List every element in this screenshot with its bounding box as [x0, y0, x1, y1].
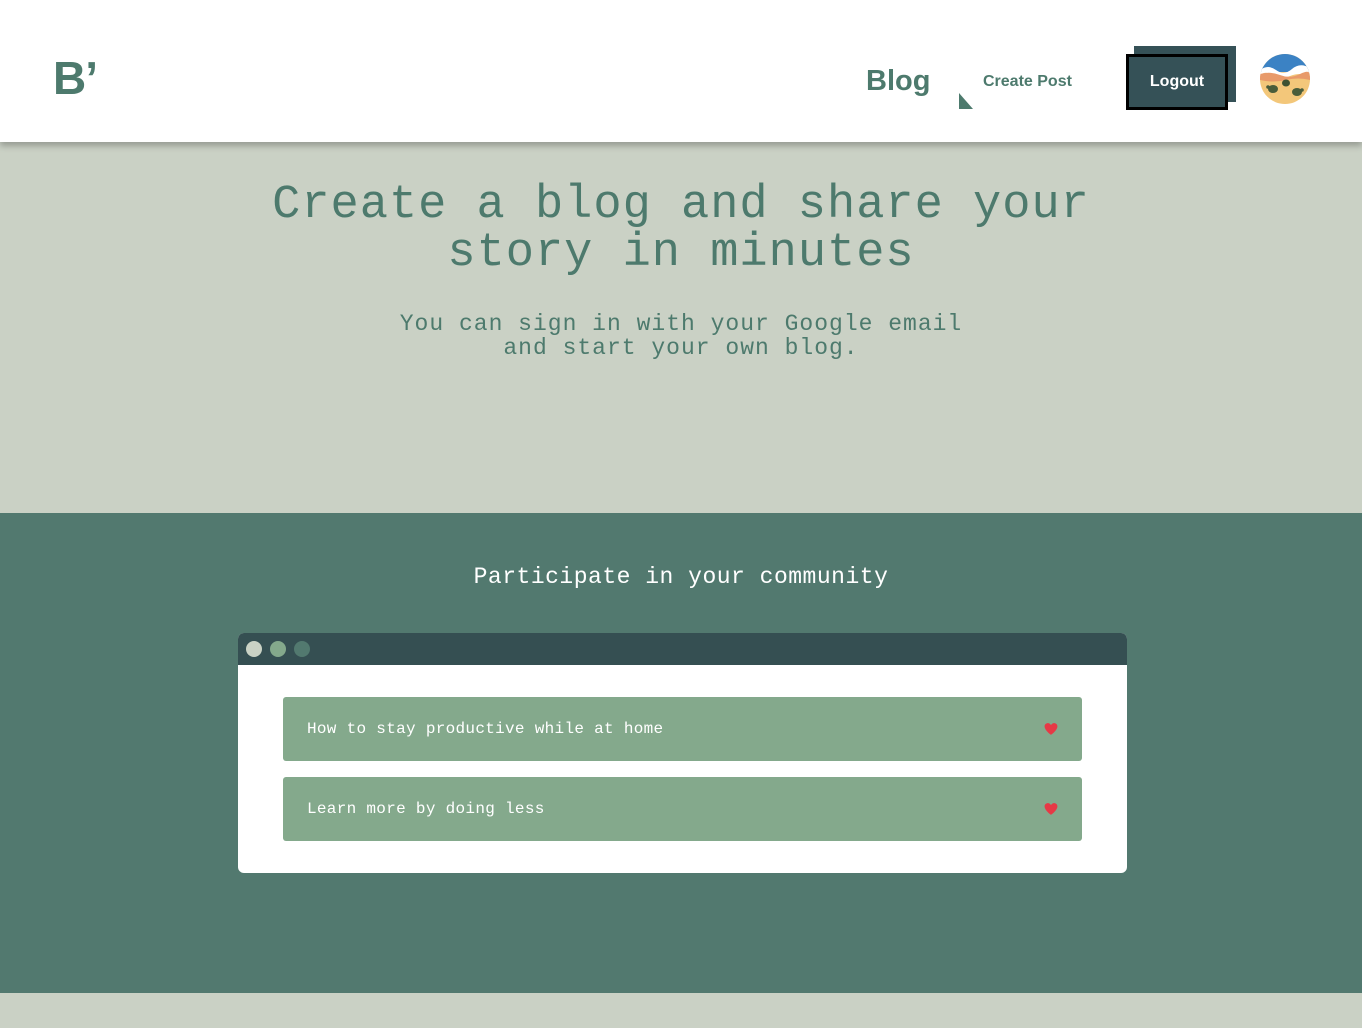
nav-corner-decoration	[959, 93, 973, 109]
post-title: How to stay productive while at home	[307, 720, 664, 738]
logout-button[interactable]: Logout	[1126, 54, 1228, 110]
hero-subtitle: You can sign in with your Google email a…	[0, 312, 1362, 360]
window-dot-light	[246, 641, 262, 657]
hero-subtitle-line: You can sign in with your Google email	[399, 311, 963, 337]
heart-icon[interactable]	[1044, 802, 1058, 816]
avatar-image	[1260, 54, 1310, 104]
hero-title: Create a blog and share your story in mi…	[0, 182, 1362, 278]
community-title: Participate in your community	[473, 564, 889, 590]
window-dot-medium	[270, 641, 286, 657]
window-title-bar	[238, 633, 1127, 665]
site-header: B’ Blog Create Post Logout	[0, 0, 1362, 142]
browser-window-mockup: How to stay productive while at home Lea…	[238, 633, 1127, 873]
hero-title-line: story in minutes	[447, 227, 915, 280]
nav-link-blog[interactable]: Blog	[866, 62, 930, 100]
heart-icon[interactable]	[1044, 722, 1058, 736]
hero-subtitle-line: and start your own blog.	[503, 335, 859, 361]
community-section: Participate in your community How to sta…	[0, 513, 1362, 993]
site-logo[interactable]: B’	[53, 50, 98, 106]
window-dot-dark	[294, 641, 310, 657]
post-title: Learn more by doing less	[307, 800, 545, 818]
nav-link-create-post[interactable]: Create Post	[983, 72, 1072, 92]
avatar[interactable]	[1260, 54, 1310, 104]
post-item[interactable]: Learn more by doing less	[283, 777, 1082, 841]
post-item[interactable]: How to stay productive while at home	[283, 697, 1082, 761]
hero-title-line: Create a blog and share your	[272, 179, 1090, 232]
